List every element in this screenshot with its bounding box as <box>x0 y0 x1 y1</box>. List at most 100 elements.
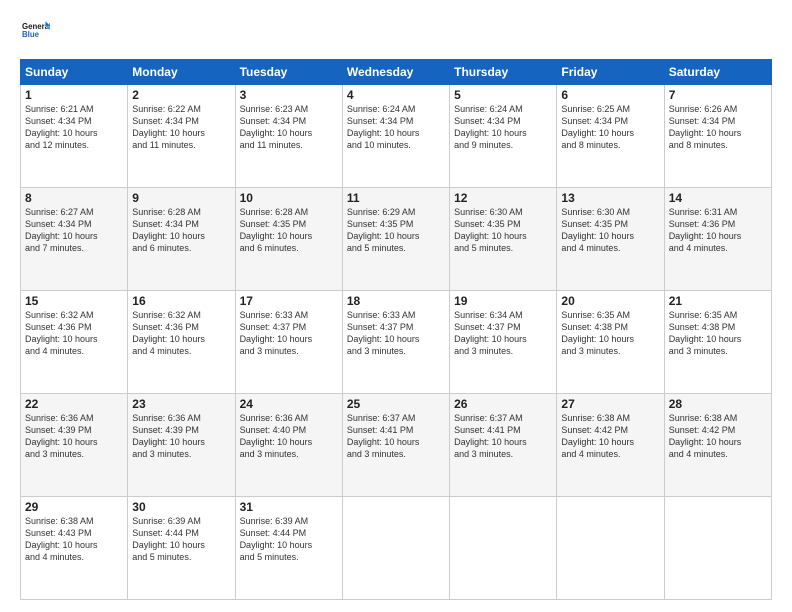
calendar-cell: 28Sunrise: 6:38 AM Sunset: 4:42 PM Dayli… <box>664 394 771 497</box>
day-number: 29 <box>25 500 123 514</box>
day-number: 25 <box>347 397 445 411</box>
day-number: 27 <box>561 397 659 411</box>
day-number: 7 <box>669 88 767 102</box>
day-info: Sunrise: 6:29 AM Sunset: 4:35 PM Dayligh… <box>347 206 445 255</box>
calendar-cell: 13Sunrise: 6:30 AM Sunset: 4:35 PM Dayli… <box>557 188 664 291</box>
calendar-cell: 17Sunrise: 6:33 AM Sunset: 4:37 PM Dayli… <box>235 291 342 394</box>
calendar-cell <box>664 497 771 600</box>
day-info: Sunrise: 6:21 AM Sunset: 4:34 PM Dayligh… <box>25 103 123 152</box>
calendar-week-row: 29Sunrise: 6:38 AM Sunset: 4:43 PM Dayli… <box>21 497 772 600</box>
calendar-cell: 3Sunrise: 6:23 AM Sunset: 4:34 PM Daylig… <box>235 85 342 188</box>
calendar-cell: 26Sunrise: 6:37 AM Sunset: 4:41 PM Dayli… <box>450 394 557 497</box>
svg-text:Blue: Blue <box>22 30 40 39</box>
day-number: 21 <box>669 294 767 308</box>
day-info: Sunrise: 6:23 AM Sunset: 4:34 PM Dayligh… <box>240 103 338 152</box>
day-info: Sunrise: 6:30 AM Sunset: 4:35 PM Dayligh… <box>561 206 659 255</box>
day-info: Sunrise: 6:39 AM Sunset: 4:44 PM Dayligh… <box>240 515 338 564</box>
calendar-cell: 11Sunrise: 6:29 AM Sunset: 4:35 PM Dayli… <box>342 188 449 291</box>
calendar-cell: 30Sunrise: 6:39 AM Sunset: 4:44 PM Dayli… <box>128 497 235 600</box>
calendar-week-row: 8Sunrise: 6:27 AM Sunset: 4:34 PM Daylig… <box>21 188 772 291</box>
day-number: 31 <box>240 500 338 514</box>
day-info: Sunrise: 6:28 AM Sunset: 4:35 PM Dayligh… <box>240 206 338 255</box>
day-info: Sunrise: 6:32 AM Sunset: 4:36 PM Dayligh… <box>132 309 230 358</box>
weekday-header-wednesday: Wednesday <box>342 60 449 85</box>
day-info: Sunrise: 6:39 AM Sunset: 4:44 PM Dayligh… <box>132 515 230 564</box>
day-number: 3 <box>240 88 338 102</box>
calendar-cell: 5Sunrise: 6:24 AM Sunset: 4:34 PM Daylig… <box>450 85 557 188</box>
day-info: Sunrise: 6:26 AM Sunset: 4:34 PM Dayligh… <box>669 103 767 152</box>
day-number: 26 <box>454 397 552 411</box>
weekday-header-saturday: Saturday <box>664 60 771 85</box>
calendar-cell: 22Sunrise: 6:36 AM Sunset: 4:39 PM Dayli… <box>21 394 128 497</box>
day-info: Sunrise: 6:28 AM Sunset: 4:34 PM Dayligh… <box>132 206 230 255</box>
day-info: Sunrise: 6:25 AM Sunset: 4:34 PM Dayligh… <box>561 103 659 152</box>
day-info: Sunrise: 6:38 AM Sunset: 4:42 PM Dayligh… <box>669 412 767 461</box>
day-number: 14 <box>669 191 767 205</box>
calendar-week-row: 1Sunrise: 6:21 AM Sunset: 4:34 PM Daylig… <box>21 85 772 188</box>
calendar-cell: 25Sunrise: 6:37 AM Sunset: 4:41 PM Dayli… <box>342 394 449 497</box>
day-number: 11 <box>347 191 445 205</box>
day-number: 9 <box>132 191 230 205</box>
calendar-cell <box>342 497 449 600</box>
weekday-header-monday: Monday <box>128 60 235 85</box>
day-number: 28 <box>669 397 767 411</box>
day-number: 22 <box>25 397 123 411</box>
day-info: Sunrise: 6:35 AM Sunset: 4:38 PM Dayligh… <box>669 309 767 358</box>
calendar-cell: 12Sunrise: 6:30 AM Sunset: 4:35 PM Dayli… <box>450 188 557 291</box>
weekday-header-friday: Friday <box>557 60 664 85</box>
calendar-cell <box>557 497 664 600</box>
day-number: 23 <box>132 397 230 411</box>
calendar-cell: 2Sunrise: 6:22 AM Sunset: 4:34 PM Daylig… <box>128 85 235 188</box>
calendar-cell: 10Sunrise: 6:28 AM Sunset: 4:35 PM Dayli… <box>235 188 342 291</box>
weekday-header-tuesday: Tuesday <box>235 60 342 85</box>
day-number: 5 <box>454 88 552 102</box>
calendar-week-row: 15Sunrise: 6:32 AM Sunset: 4:36 PM Dayli… <box>21 291 772 394</box>
calendar-cell: 29Sunrise: 6:38 AM Sunset: 4:43 PM Dayli… <box>21 497 128 600</box>
day-number: 20 <box>561 294 659 308</box>
calendar-cell: 18Sunrise: 6:33 AM Sunset: 4:37 PM Dayli… <box>342 291 449 394</box>
day-number: 17 <box>240 294 338 308</box>
day-info: Sunrise: 6:36 AM Sunset: 4:39 PM Dayligh… <box>25 412 123 461</box>
day-info: Sunrise: 6:32 AM Sunset: 4:36 PM Dayligh… <box>25 309 123 358</box>
day-number: 8 <box>25 191 123 205</box>
day-info: Sunrise: 6:24 AM Sunset: 4:34 PM Dayligh… <box>454 103 552 152</box>
day-info: Sunrise: 6:38 AM Sunset: 4:42 PM Dayligh… <box>561 412 659 461</box>
calendar-cell: 21Sunrise: 6:35 AM Sunset: 4:38 PM Dayli… <box>664 291 771 394</box>
calendar-cell: 4Sunrise: 6:24 AM Sunset: 4:34 PM Daylig… <box>342 85 449 188</box>
calendar-page: General Blue SundayMondayTuesdayWednesda… <box>0 0 792 612</box>
calendar-cell: 16Sunrise: 6:32 AM Sunset: 4:36 PM Dayli… <box>128 291 235 394</box>
day-info: Sunrise: 6:24 AM Sunset: 4:34 PM Dayligh… <box>347 103 445 152</box>
calendar-week-row: 22Sunrise: 6:36 AM Sunset: 4:39 PM Dayli… <box>21 394 772 497</box>
day-info: Sunrise: 6:37 AM Sunset: 4:41 PM Dayligh… <box>347 412 445 461</box>
calendar-cell: 6Sunrise: 6:25 AM Sunset: 4:34 PM Daylig… <box>557 85 664 188</box>
calendar-table: SundayMondayTuesdayWednesdayThursdayFrid… <box>20 59 772 600</box>
day-number: 18 <box>347 294 445 308</box>
day-number: 30 <box>132 500 230 514</box>
calendar-cell: 1Sunrise: 6:21 AM Sunset: 4:34 PM Daylig… <box>21 85 128 188</box>
day-info: Sunrise: 6:37 AM Sunset: 4:41 PM Dayligh… <box>454 412 552 461</box>
day-number: 10 <box>240 191 338 205</box>
calendar-cell: 20Sunrise: 6:35 AM Sunset: 4:38 PM Dayli… <box>557 291 664 394</box>
weekday-header-thursday: Thursday <box>450 60 557 85</box>
calendar-cell: 14Sunrise: 6:31 AM Sunset: 4:36 PM Dayli… <box>664 188 771 291</box>
calendar-cell: 15Sunrise: 6:32 AM Sunset: 4:36 PM Dayli… <box>21 291 128 394</box>
day-number: 19 <box>454 294 552 308</box>
day-info: Sunrise: 6:33 AM Sunset: 4:37 PM Dayligh… <box>240 309 338 358</box>
day-number: 6 <box>561 88 659 102</box>
header: General Blue <box>20 16 772 49</box>
day-number: 15 <box>25 294 123 308</box>
day-number: 4 <box>347 88 445 102</box>
calendar-cell: 9Sunrise: 6:28 AM Sunset: 4:34 PM Daylig… <box>128 188 235 291</box>
calendar-cell: 31Sunrise: 6:39 AM Sunset: 4:44 PM Dayli… <box>235 497 342 600</box>
calendar-cell: 8Sunrise: 6:27 AM Sunset: 4:34 PM Daylig… <box>21 188 128 291</box>
calendar-cell: 23Sunrise: 6:36 AM Sunset: 4:39 PM Dayli… <box>128 394 235 497</box>
calendar-cell: 27Sunrise: 6:38 AM Sunset: 4:42 PM Dayli… <box>557 394 664 497</box>
day-info: Sunrise: 6:36 AM Sunset: 4:40 PM Dayligh… <box>240 412 338 461</box>
day-number: 2 <box>132 88 230 102</box>
day-info: Sunrise: 6:31 AM Sunset: 4:36 PM Dayligh… <box>669 206 767 255</box>
day-info: Sunrise: 6:27 AM Sunset: 4:34 PM Dayligh… <box>25 206 123 255</box>
day-info: Sunrise: 6:33 AM Sunset: 4:37 PM Dayligh… <box>347 309 445 358</box>
day-info: Sunrise: 6:22 AM Sunset: 4:34 PM Dayligh… <box>132 103 230 152</box>
day-info: Sunrise: 6:36 AM Sunset: 4:39 PM Dayligh… <box>132 412 230 461</box>
day-info: Sunrise: 6:38 AM Sunset: 4:43 PM Dayligh… <box>25 515 123 564</box>
